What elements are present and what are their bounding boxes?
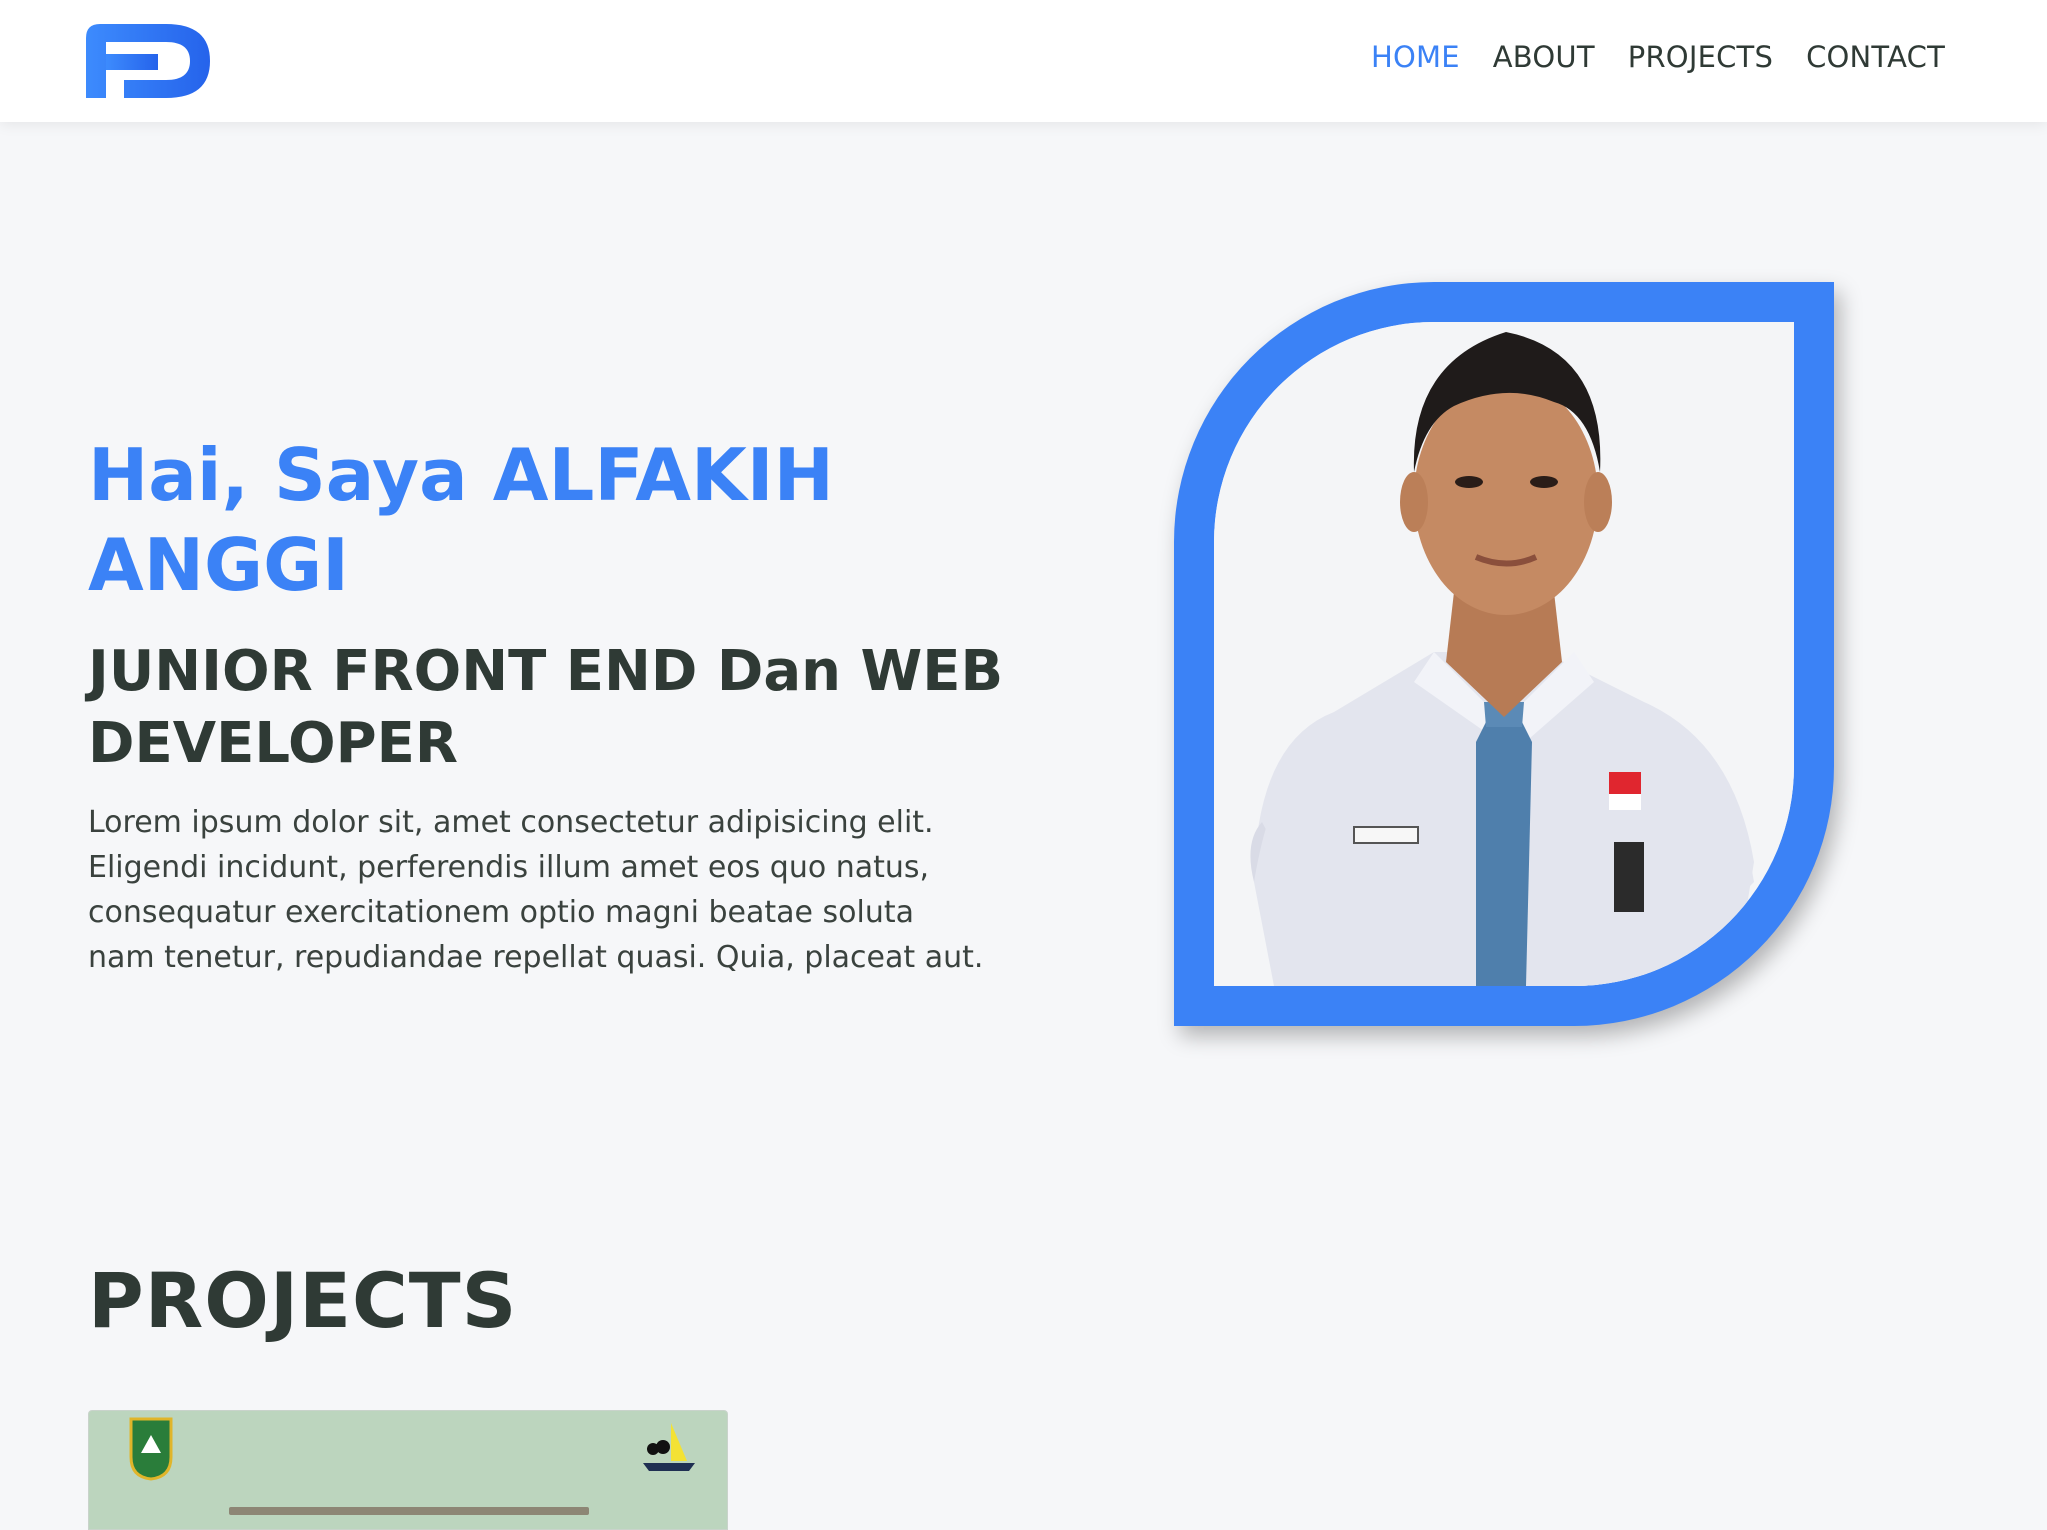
hero-greeting: Hai, Saya ALFAKIH ANGGI	[88, 433, 834, 607]
boat-logo-icon	[643, 1423, 695, 1471]
project-thumbnail-strip	[229, 1507, 589, 1515]
hero-role: JUNIOR FRONT END Dan WEB DEVELOPER	[88, 639, 1004, 776]
portrait-photo	[1214, 322, 1794, 986]
hero-description: Lorem ipsum dolor sit, amet consectetur …	[88, 805, 984, 975]
project-thumbnail	[129, 1417, 173, 1481]
hero-section: Hai, Saya ALFAKIH ANGGI JUNIOR FRONT END…	[88, 430, 1008, 980]
fd-logo-icon[interactable]	[86, 24, 210, 98]
portrait-frame	[1174, 282, 1834, 1026]
projects-title: PROJECTS	[88, 1256, 518, 1345]
nav-about[interactable]: ABOUT	[1493, 40, 1595, 74]
project-card[interactable]	[88, 1410, 728, 1530]
nav-contact[interactable]: CONTACT	[1806, 40, 1945, 74]
main-nav: HOME ABOUT PROJECTS CONTACT	[1338, 40, 1945, 74]
site-header: HOME ABOUT PROJECTS CONTACT	[0, 0, 2047, 122]
nav-projects[interactable]: PROJECTS	[1628, 40, 1773, 74]
nav-home[interactable]: HOME	[1371, 40, 1460, 74]
